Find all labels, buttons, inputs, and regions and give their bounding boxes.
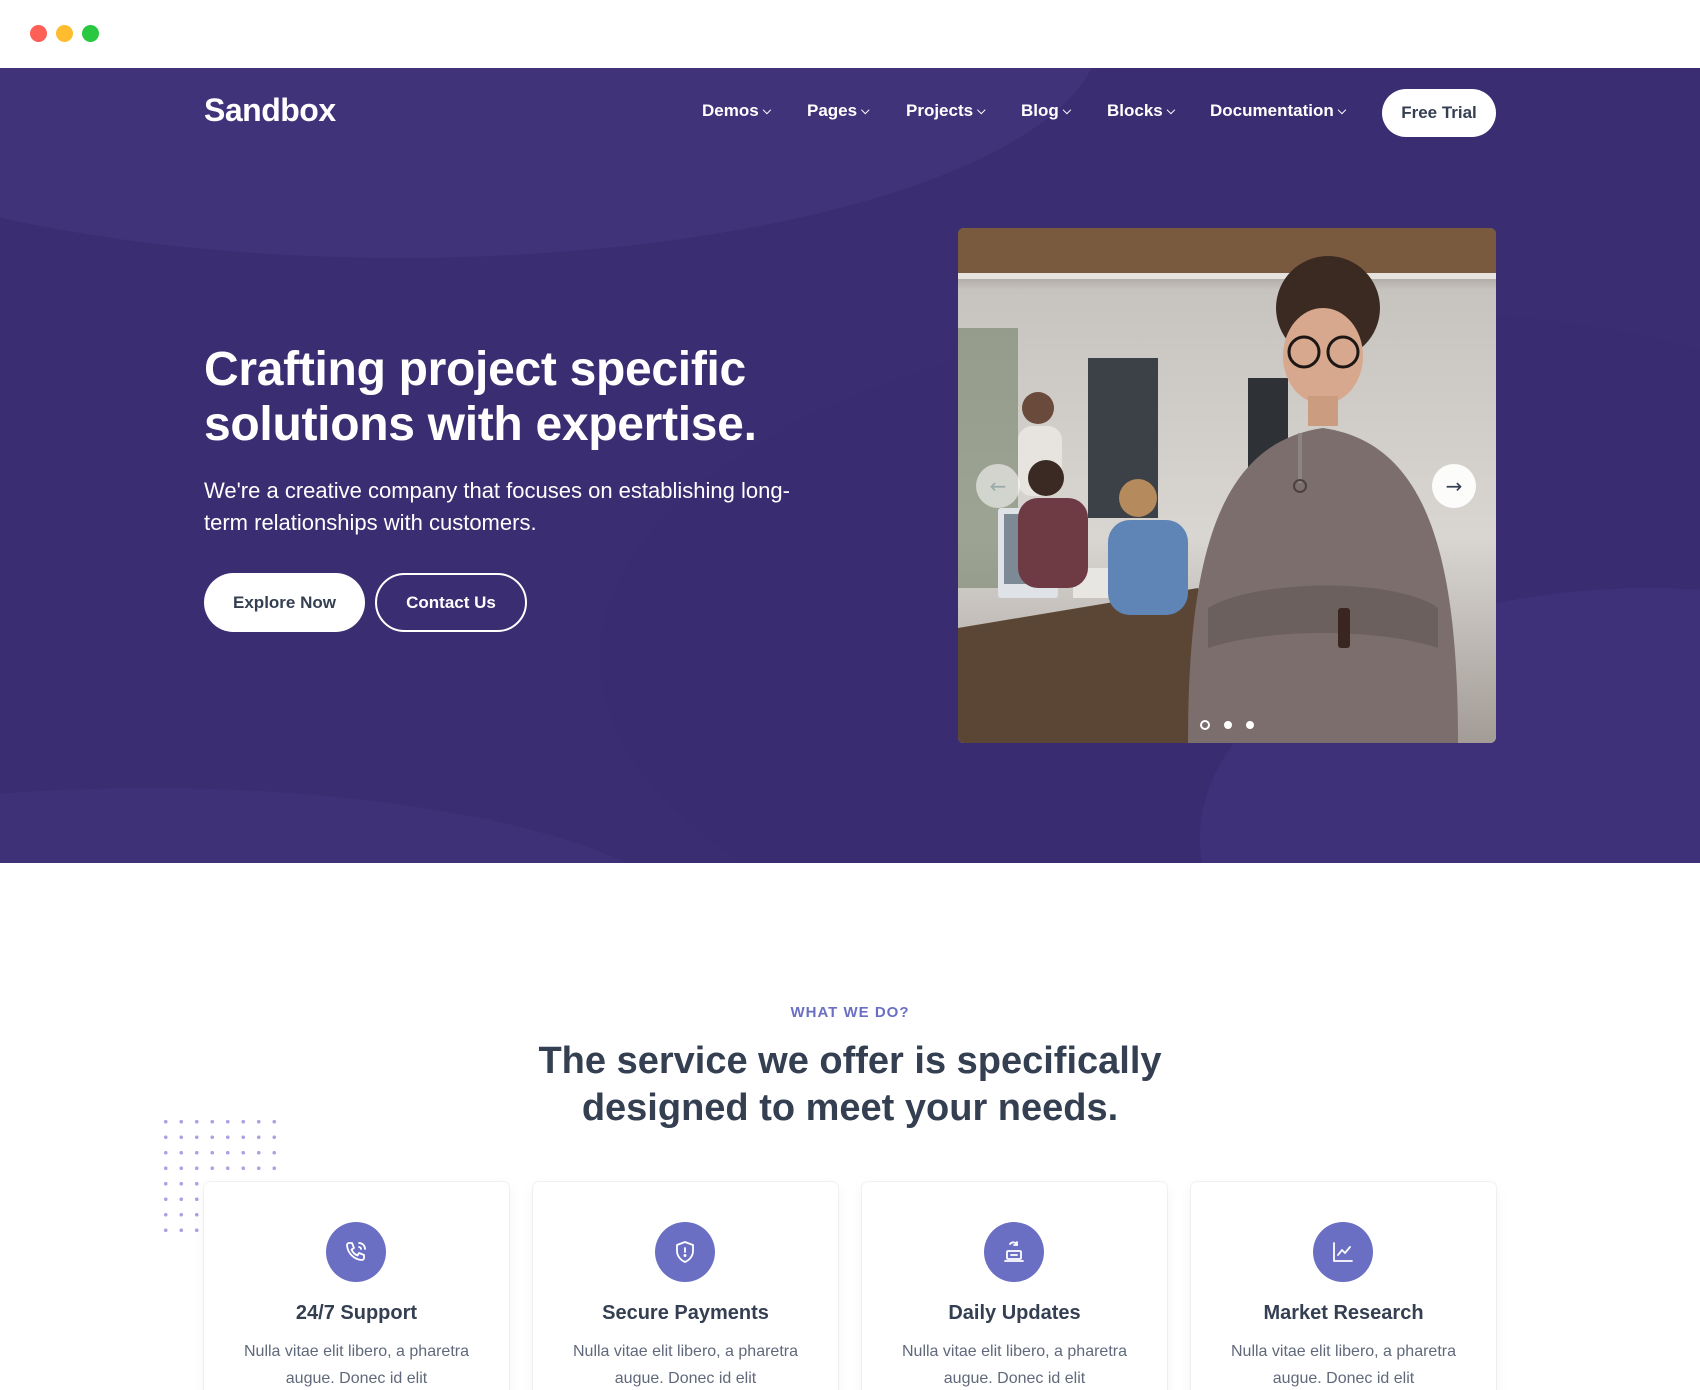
section-title: The service we offer is specifically des…: [538, 1040, 1162, 1129]
hero-wave-shape: [0, 68, 1100, 258]
card-text: Nulla vitae elit libero, a pharetra augu…: [572, 1343, 798, 1387]
slider-bullet[interactable]: [1200, 719, 1210, 730]
phone-call-icon: [326, 1222, 386, 1282]
slider-pagination: [1200, 714, 1268, 730]
laptop-update-icon: [984, 1222, 1044, 1282]
site-logo[interactable]: Sandbox: [204, 92, 336, 129]
service-card-research: Market Research Nulla vitae elit libero,…: [1191, 1182, 1496, 1390]
chevron-down-icon: ⌵: [977, 105, 986, 117]
card-text: Nulla vitae elit libero, a pharetra augu…: [1230, 1343, 1456, 1387]
service-card-support: 24/7 Support Nulla vitae elit libero, a …: [204, 1182, 509, 1390]
free-trial-button[interactable]: Free Trial: [1382, 89, 1496, 137]
card-title: 24/7 Support: [295, 1302, 418, 1324]
explore-now-button[interactable]: Explore Now: [204, 573, 365, 632]
nav-item-label: Projects: [906, 101, 974, 120]
hero-wave-shape: [0, 788, 700, 863]
card-text: Nulla vitae elit libero, a pharetra augu…: [901, 1343, 1127, 1387]
nav-item-blog[interactable]: Blog ⌵: [1021, 101, 1071, 121]
chevron-down-icon: ⌵: [762, 105, 772, 117]
chart-line-icon: [1313, 1222, 1373, 1282]
close-window-button[interactable]: [30, 25, 47, 42]
nav-item-label: Demos: [702, 101, 759, 120]
nav-item-label: Blocks: [1107, 101, 1163, 120]
card-title: Daily Updates: [948, 1302, 1081, 1324]
slider-bullet[interactable]: [1246, 720, 1254, 729]
card-title: Secure Payments: [602, 1302, 769, 1324]
nav-item-pages[interactable]: Pages ⌵: [807, 101, 869, 121]
window-titlebar: [0, 0, 1700, 68]
slider-prev-arrow-icon[interactable]: ←: [976, 464, 1020, 508]
slider-next-arrow-icon[interactable]: →: [1432, 464, 1476, 508]
chevron-down-icon: ⌵: [1337, 105, 1347, 117]
nav-item-label: Blog: [1021, 101, 1059, 120]
service-card-updates: Daily Updates Nulla vitae elit libero, a…: [862, 1182, 1167, 1390]
chevron-down-icon: ⌵: [861, 105, 870, 117]
hero-image-slider[interactable]: ← →: [958, 228, 1496, 743]
service-card-payments: Secure Payments Nulla vitae elit libero,…: [533, 1182, 838, 1390]
shield-icon: [655, 1222, 715, 1282]
nav-item-documentation[interactable]: Documentation ⌵: [1210, 101, 1346, 121]
minimize-window-button[interactable]: [56, 25, 73, 42]
card-title: Market Research: [1263, 1302, 1424, 1324]
nav-item-demos[interactable]: Demos ⌵: [702, 101, 771, 121]
card-text: Nulla vitae elit libero, a pharetra augu…: [243, 1343, 469, 1387]
hero-subtitle: We're a creative company that focuses on…: [204, 478, 790, 535]
nav-item-label: Documentation: [1210, 101, 1334, 120]
office-photo: [958, 228, 1496, 743]
contact-us-button[interactable]: Contact Us: [375, 573, 527, 632]
chevron-down-icon: ⌵: [1062, 105, 1072, 117]
chevron-down-icon: ⌵: [1166, 105, 1176, 117]
slider-bullet[interactable]: [1224, 720, 1232, 729]
nav-item-projects[interactable]: Projects ⌵: [906, 101, 985, 121]
nav-item-blocks[interactable]: Blocks ⌵: [1107, 101, 1175, 121]
nav-item-label: Pages: [807, 101, 858, 120]
section-eyebrow: WHAT WE DO?: [790, 1004, 910, 1021]
maximize-window-button[interactable]: [82, 25, 99, 42]
hero-title: Crafting project specific solutions with…: [204, 343, 757, 451]
